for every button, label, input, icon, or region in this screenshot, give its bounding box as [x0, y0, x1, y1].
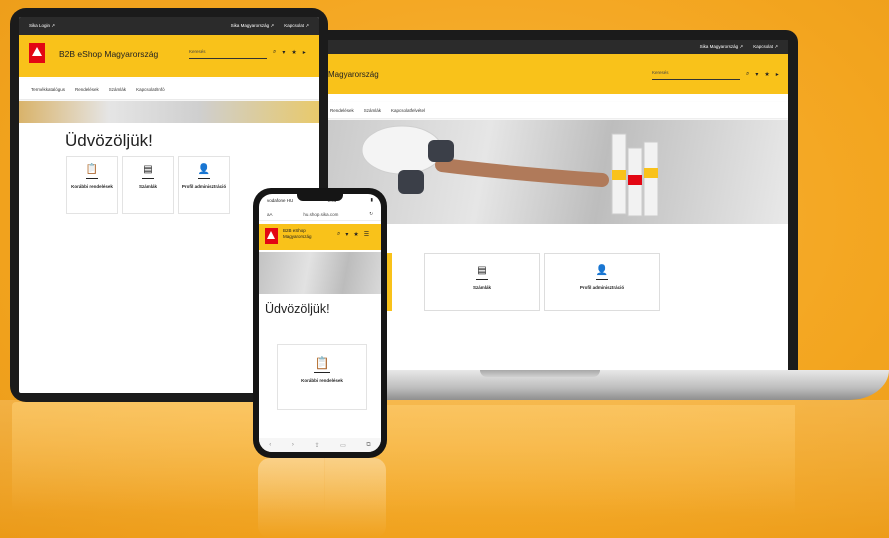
- card-label: Korábbi rendelések: [301, 378, 343, 383]
- phone-browser-toolbar: ‹ › ⇪ ▭ ⧉: [259, 438, 381, 452]
- nav-item-contact[interactable]: Kapcsolatfelvétel: [391, 108, 425, 113]
- laptop-topbar: Sika Magyarország ↗ Kapcsolat ↗: [322, 40, 788, 54]
- phone-address-bar[interactable]: aA hu.shop.sika.com ↻: [259, 208, 381, 221]
- tablet-hero-image: [19, 101, 319, 123]
- tablet-card-invoices[interactable]: ▤ Számlák: [122, 156, 174, 214]
- card-divider: [476, 279, 488, 280]
- phone-reflection: [258, 458, 386, 538]
- card-label: Számlák: [138, 184, 157, 189]
- laptop-hero-image: [322, 120, 788, 224]
- share-icon[interactable]: ⇪: [314, 442, 319, 449]
- phone-device: vodafone HU 9:41 ▮ aA hu.shop.sika.com ↻…: [253, 188, 387, 458]
- text-size-button[interactable]: aA: [267, 212, 273, 217]
- phone-header-icons: ⌕ ▾ ★ ☰: [337, 231, 369, 238]
- person-icon: 👤: [595, 265, 609, 276]
- clipboard-icon: 📋: [314, 356, 330, 370]
- nav-item-orders[interactable]: Rendelések: [330, 108, 354, 113]
- card-label: Korábbi rendelések: [71, 184, 113, 189]
- arrow-icon[interactable]: ▸: [303, 49, 306, 56]
- laptop-nav: Rendelések Számlák Kapcsolatfelvétel: [322, 102, 788, 118]
- clipboard-icon: 📋: [85, 164, 99, 175]
- tablet-search-input[interactable]: Keresés: [189, 49, 267, 59]
- search-icon[interactable]: ⌕: [337, 231, 340, 238]
- laptop-topbar-link-contact[interactable]: Kapcsolat ↗: [753, 44, 778, 50]
- carrier-label: vodafone HU: [267, 197, 294, 203]
- forward-icon[interactable]: ›: [292, 442, 294, 448]
- laptop-page: Sika Magyarország ↗ Kapcsolat ↗ Magyaror…: [322, 40, 788, 375]
- card-divider: [86, 178, 98, 179]
- tablet-header-icons: ⌕ ▾ ★ ▸: [273, 49, 306, 56]
- tabs-icon[interactable]: ⧉: [366, 442, 370, 449]
- brand-line-2: Magyarország: [283, 234, 312, 240]
- tablet-card-profile[interactable]: 👤 Profil adminisztráció: [178, 156, 230, 214]
- laptop-search-input[interactable]: Keresés: [652, 70, 740, 80]
- tablet-card-past-orders[interactable]: 📋 Korábbi rendelések: [66, 156, 118, 214]
- nav-item-catalog[interactable]: Termékkatalógus: [31, 87, 65, 92]
- tablet-topbar-link-contact[interactable]: Kapcsolat ↗: [284, 23, 309, 29]
- search-icon[interactable]: ⌕: [746, 71, 749, 78]
- laptop-reflection: [325, 405, 795, 515]
- battery-icon: ▮: [370, 197, 373, 202]
- arrow-icon[interactable]: ▸: [776, 71, 779, 78]
- search-icon[interactable]: ⌕: [273, 49, 276, 56]
- person-icon: 👤: [197, 164, 211, 175]
- tablet-welcome-heading: Üdvözöljük!: [65, 131, 153, 150]
- hero-illustration: [361, 125, 659, 217]
- invoice-icon: ▤: [477, 265, 487, 276]
- star-icon[interactable]: ★: [353, 231, 358, 238]
- sika-logo[interactable]: [265, 228, 278, 244]
- tablet-topbar-links: Sika Magyarország ↗ Kapcsolat ↗: [231, 23, 309, 29]
- star-icon[interactable]: ★: [764, 71, 769, 78]
- card-label: Profil adminisztráció: [181, 184, 227, 189]
- invoice-icon: ▤: [143, 164, 153, 175]
- card-divider: [142, 178, 154, 179]
- phone-card-past-orders[interactable]: 📋 Korábbi rendelések: [277, 344, 367, 410]
- nav-item-orders[interactable]: Rendelések: [75, 87, 99, 92]
- phone-hero-image: [259, 252, 381, 294]
- laptop-notch: [480, 370, 600, 377]
- star-icon[interactable]: ★: [291, 49, 296, 56]
- bookmarks-icon[interactable]: ▭: [340, 442, 346, 449]
- cart-icon[interactable]: ▾: [755, 71, 758, 78]
- laptop-card-profile[interactable]: 👤 Profil adminisztráció: [544, 253, 660, 311]
- tablet-topbar-link-sika[interactable]: Sika Magyarország ↗: [231, 23, 275, 29]
- nav-item-invoices[interactable]: Számlák: [364, 108, 381, 113]
- card-divider: [596, 279, 608, 280]
- nav-item-contact[interactable]: Kapcsolat/Infó: [136, 87, 165, 92]
- card-divider: [198, 178, 210, 179]
- url-text[interactable]: hu.shop.sika.com: [303, 212, 338, 217]
- cart-icon[interactable]: ▾: [345, 231, 348, 238]
- sika-logo[interactable]: [29, 43, 45, 63]
- laptop-header-icons: ⌕ ▾ ★ ▸: [746, 71, 779, 78]
- card-divider: [314, 372, 330, 373]
- card-label: Számlák: [472, 285, 491, 290]
- nav-item-invoices[interactable]: Számlák: [109, 87, 126, 92]
- phone-page: vodafone HU 9:41 ▮ aA hu.shop.sika.com ↻…: [259, 194, 381, 452]
- tablet-topbar: Sika Login ↗ Sika Magyarország ↗ Kapcsol…: [19, 17, 319, 35]
- reload-icon[interactable]: ↻: [369, 211, 373, 217]
- laptop-card-invoices[interactable]: ▤ Számlák: [424, 253, 540, 311]
- laptop-brand-title[interactable]: Magyarország: [328, 70, 379, 79]
- tablet-topbar-login[interactable]: Sika Login ↗: [29, 23, 55, 29]
- cart-icon[interactable]: ▾: [282, 49, 285, 56]
- phone-brand-title[interactable]: B2B eShop Magyarország: [283, 228, 312, 240]
- tablet-nav: Termékkatalógus Rendelések Számlák Kapcs…: [19, 79, 319, 99]
- tablet-brand-title[interactable]: B2B eShop Magyarország: [59, 49, 158, 59]
- phone-notch: [297, 194, 343, 201]
- laptop-topbar-link-sika[interactable]: Sika Magyarország ↗: [700, 44, 744, 50]
- phone-welcome-heading: Üdvözöljük!: [265, 302, 330, 316]
- card-label: Profil adminisztráció: [579, 285, 625, 290]
- back-icon[interactable]: ‹: [269, 442, 271, 448]
- menu-icon[interactable]: ☰: [364, 231, 369, 238]
